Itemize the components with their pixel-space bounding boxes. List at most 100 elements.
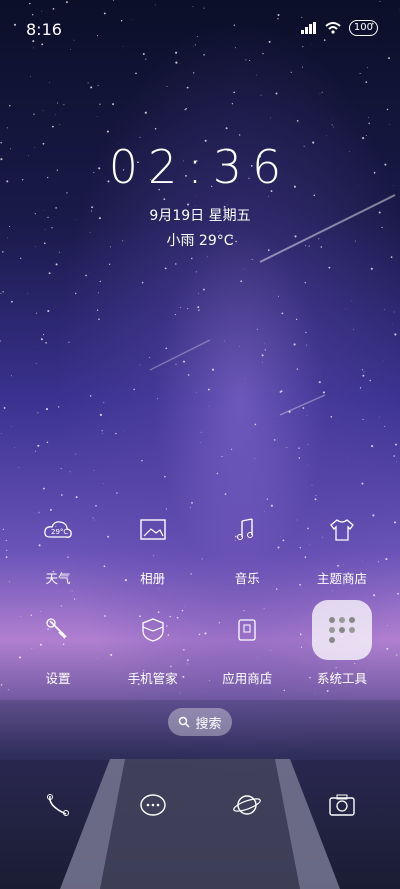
- star: [55, 263, 58, 266]
- star: [319, 93, 321, 95]
- star: [233, 91, 236, 94]
- star: [383, 309, 385, 310]
- dock-phone[interactable]: [13, 780, 103, 830]
- star: [305, 331, 307, 334]
- star: [395, 443, 397, 446]
- star: [6, 549, 8, 551]
- weather-icon-temp: 29°C: [51, 528, 68, 536]
- star: [139, 136, 141, 138]
- star: [2, 291, 4, 293]
- star: [156, 398, 158, 400]
- star: [18, 467, 20, 468]
- star: [224, 493, 227, 495]
- star: [57, 102, 58, 104]
- star: [1, 433, 2, 434]
- star: [243, 268, 245, 270]
- app-grid-row-1: 29°C 天气 相册 音乐 主题商店: [13, 500, 387, 587]
- star: [302, 66, 303, 68]
- app-weather[interactable]: 29°C 天气: [13, 500, 103, 587]
- star: [58, 406, 60, 408]
- star: [103, 483, 104, 484]
- star: [2, 528, 5, 531]
- app-music[interactable]: 音乐: [202, 500, 292, 587]
- star: [262, 361, 263, 363]
- star: [306, 344, 308, 346]
- weather-icon: 29°C: [44, 521, 72, 538]
- star: [43, 334, 45, 336]
- star: [48, 272, 51, 275]
- star: [361, 482, 364, 485]
- star: [290, 71, 292, 73]
- star: [367, 67, 368, 69]
- star: [2, 251, 4, 253]
- star: [331, 124, 333, 126]
- star: [14, 447, 15, 448]
- star: [264, 349, 266, 351]
- dock-browser[interactable]: [202, 780, 292, 830]
- star: [40, 338, 43, 341]
- star: [20, 257, 22, 259]
- star: [163, 198, 166, 201]
- star: [63, 104, 65, 106]
- star: [37, 412, 39, 414]
- star: [97, 84, 99, 86]
- dock-camera[interactable]: [297, 780, 387, 830]
- dock-messages[interactable]: [108, 780, 198, 830]
- star: [200, 431, 202, 433]
- star: [51, 125, 54, 128]
- star: [154, 127, 157, 130]
- star: [139, 364, 141, 366]
- star: [9, 225, 11, 228]
- star: [75, 453, 77, 455]
- star: [373, 594, 376, 597]
- app-settings[interactable]: 设置: [13, 600, 103, 687]
- battery-indicator: 100: [348, 20, 378, 36]
- star: [179, 307, 181, 308]
- star: [197, 306, 200, 309]
- app-gallery[interactable]: 相册: [108, 500, 198, 587]
- star: [141, 281, 144, 284]
- star: [281, 312, 284, 315]
- star: [307, 464, 308, 466]
- star: [198, 293, 200, 294]
- star: [164, 475, 166, 478]
- search-button[interactable]: 搜索: [168, 708, 232, 736]
- star: [318, 381, 321, 384]
- star: [314, 693, 316, 695]
- star: [223, 340, 225, 342]
- star: [208, 405, 210, 407]
- star: [365, 135, 367, 137]
- star: [256, 74, 258, 76]
- star: [371, 445, 374, 448]
- star: [75, 496, 78, 499]
- star: [46, 441, 49, 444]
- star: [362, 137, 365, 140]
- star: [8, 581, 10, 583]
- star: [353, 329, 355, 330]
- star: [221, 456, 223, 458]
- star: [112, 103, 115, 106]
- star: [379, 416, 380, 418]
- star: [295, 318, 298, 321]
- folder-system-tools[interactable]: 系统工具: [297, 600, 387, 687]
- star: [396, 654, 398, 656]
- star: [256, 328, 258, 330]
- star: [101, 430, 103, 432]
- star: [115, 432, 117, 435]
- star: [71, 590, 73, 592]
- star: [6, 127, 8, 129]
- star: [7, 689, 9, 691]
- star: [175, 363, 177, 365]
- app-label: 手机管家: [127, 671, 178, 686]
- star: [393, 455, 395, 457]
- app-theme-store[interactable]: 主题商店: [297, 500, 387, 587]
- app-phone-manager[interactable]: 手机管家: [108, 600, 198, 687]
- star: [264, 343, 265, 345]
- app-app-store[interactable]: 应用商店: [202, 600, 292, 687]
- star: [96, 309, 99, 311]
- star: [313, 194, 316, 197]
- star: [296, 368, 298, 370]
- star: [231, 448, 233, 450]
- star: [249, 59, 251, 61]
- star: [333, 126, 334, 128]
